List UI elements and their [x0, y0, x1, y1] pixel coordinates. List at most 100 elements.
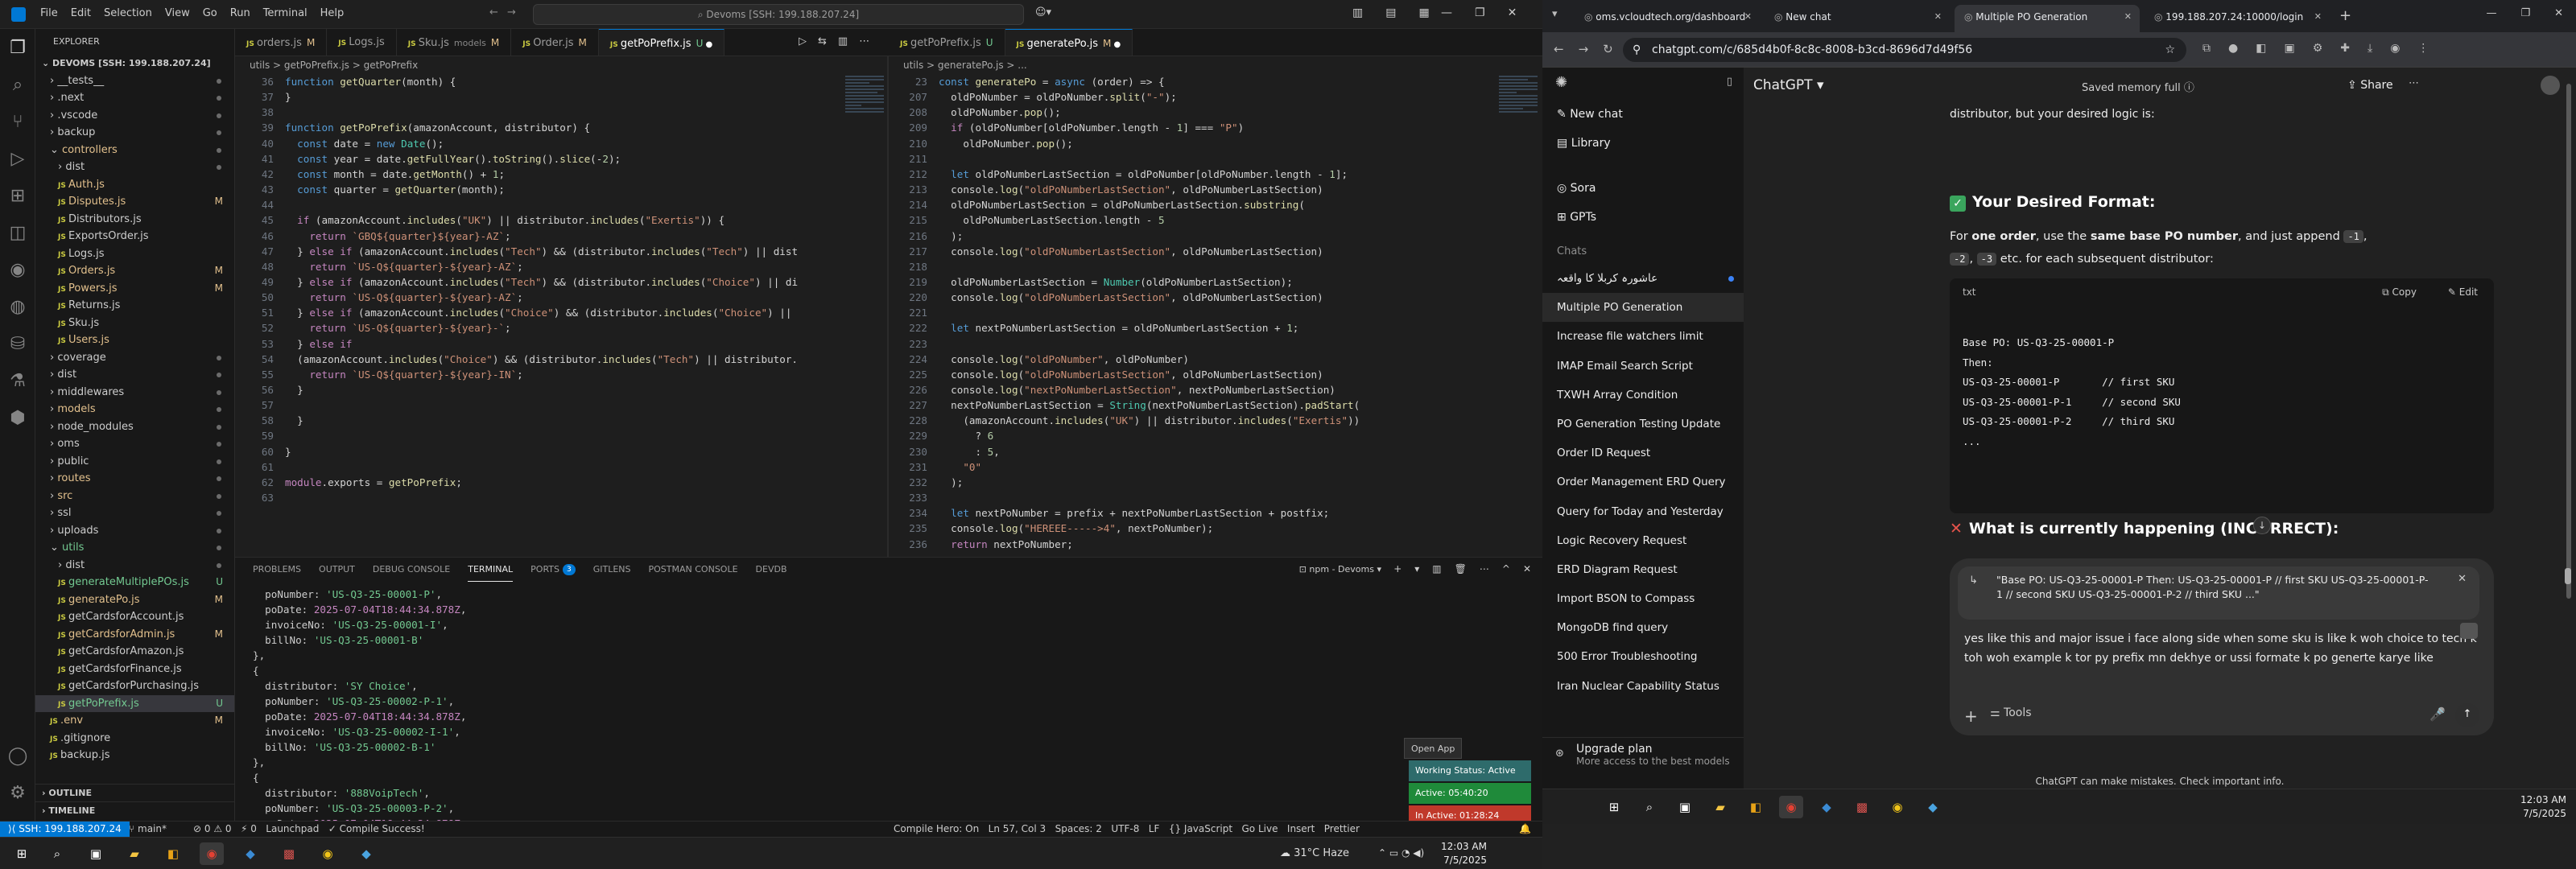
trash-icon[interactable]: 🗑 [1455, 563, 1467, 575]
workspace-root[interactable]: ⌄ DEVOMS [SSH: 199.188.207.24] [35, 55, 234, 72]
new-terminal-icon[interactable]: + [1393, 563, 1402, 575]
forward-icon[interactable]: → [1579, 42, 1589, 56]
open-app-button[interactable]: Open App [1404, 738, 1463, 759]
status-problems[interactable]: ⊘ 0 ⚠ 0 ⚡ 0 Launchpad ✓ Compile Success! [193, 823, 425, 834]
scroll-down-icon[interactable]: ↓ [2253, 517, 2271, 534]
database-icon[interactable]: ⛁ [0, 325, 35, 362]
taskbar-search-icon[interactable]: ⌕ [1637, 796, 1662, 818]
terminal-dropdown-icon[interactable]: ▾ [1414, 563, 1419, 575]
close-icon[interactable]: ✕ [2554, 7, 2563, 19]
ext5-icon[interactable]: ⚙ [2313, 42, 2323, 55]
split-editor-icon[interactable]: ▥ [838, 35, 848, 47]
chat-history-item[interactable]: Query for Today and Yesterday [1542, 497, 1744, 526]
copilot-icon[interactable]: ☺▾ [1035, 6, 1051, 19]
tree-item[interactable]: › backup [35, 124, 234, 142]
chat-history-item[interactable]: IMAP Email Search Script [1542, 352, 1744, 381]
taskbar-clock[interactable]: 12:03 AM 7/5/2025 [2520, 793, 2566, 821]
panel-tab-debug-console[interactable]: DEBUG CONSOLE [373, 558, 450, 582]
taskbar-search-icon[interactable]: ⌕ [45, 842, 69, 865]
tree-item[interactable]: JS Auth.js [35, 176, 234, 194]
editor-tab[interactable]: JS Sku.js models M [397, 29, 512, 56]
tree-item[interactable]: JS generatePo.js M [35, 591, 234, 609]
app3-taskbar-icon[interactable]: ◆ [1921, 796, 1945, 818]
maximize-icon[interactable]: ❐ [1475, 6, 1485, 19]
run-debug-icon[interactable]: ▷ [0, 140, 35, 177]
tree-item[interactable]: JS getCardsforAdmin.js M [35, 626, 234, 644]
panel-tab-ports[interactable]: PORTS [530, 558, 559, 582]
status-right-items[interactable]: Compile Hero: On Ln 57, Col 3 Spaces: 2 … [894, 823, 1360, 834]
tree-item[interactable]: JS Powers.js M [35, 280, 234, 298]
gpts-button[interactable]: ⊞ GPTs [1542, 203, 1744, 232]
chat-history-item[interactable]: ERD Diagram Request [1542, 555, 1744, 584]
ext4-icon[interactable]: ▣ [2284, 42, 2294, 55]
menu-selection[interactable]: Selection [104, 7, 152, 19]
maximize-panel-icon[interactable]: ^ [1502, 563, 1510, 575]
notifications-bell-icon[interactable]: 🔔 [1519, 823, 1531, 834]
memory-status[interactable]: Saved memory full ⓘ [2082, 79, 2194, 94]
profile-icon[interactable]: ◉ [2390, 42, 2400, 55]
tree-item[interactable]: JS Distributors.js [35, 211, 234, 229]
send-icon[interactable]: ↑ [2455, 703, 2479, 727]
tree-item[interactable]: › middlewares [35, 384, 234, 402]
layout-sidebar-icon[interactable]: ▥ [1352, 6, 1363, 19]
tools-button[interactable]: ⚌ Tools [1990, 706, 2032, 719]
tree-item[interactable]: JS generateMultiplePOs.js U [35, 574, 234, 591]
more-options-icon[interactable]: ⋯ [2409, 77, 2419, 89]
vscode-taskbar-icon[interactable]: ◆ [238, 842, 262, 865]
tree-item[interactable]: JS getCardsforAccount.js [35, 608, 234, 626]
menu-edit[interactable]: Edit [71, 7, 91, 19]
close-tab-icon[interactable]: ✕ [2314, 5, 2322, 29]
tree-item[interactable]: JS getPoPrefix.js U [35, 694, 234, 712]
sora-button[interactable]: ◎ Sora [1542, 174, 1744, 203]
downloads-icon[interactable]: ⤓ [2368, 42, 2372, 55]
close-panel-icon[interactable]: ✕ [1523, 563, 1531, 575]
windows-start-icon[interactable]: ⊞ [10, 842, 34, 865]
run-icon[interactable]: ▷ [799, 35, 807, 47]
browser-tab[interactable]: ◎ 199.188.207.24:10000/login ✕ [2145, 5, 2330, 32]
app2-taskbar-icon[interactable]: ◉ [316, 842, 340, 865]
windows-start-icon[interactable]: ⊞ [1602, 796, 1626, 818]
editor-tab[interactable]: JS getPoPrefix.js U ● [598, 29, 725, 56]
tree-item[interactable]: › ssl [35, 505, 234, 522]
tree-item[interactable]: › dist [35, 159, 234, 176]
file-explorer-icon[interactable]: ▰ [122, 842, 147, 865]
chat-scrollbar[interactable] [2566, 84, 2571, 599]
nav-forward-icon[interactable]: → [507, 6, 516, 19]
panel-tab-output[interactable]: OUTPUT [319, 558, 355, 582]
attach-plus-icon[interactable]: + [1964, 706, 1978, 726]
docker-icon[interactable]: ⬢ [0, 399, 35, 436]
chat-history-item[interactable]: Order ID Request [1542, 439, 1744, 467]
menu-terminal[interactable]: Terminal [263, 7, 308, 19]
message-input[interactable]: yes like this and major issue i face alo… [1964, 629, 2479, 668]
chat-history-item[interactable]: MongoDB find query [1542, 613, 1744, 642]
layout-panel-icon[interactable]: ▤ [1385, 6, 1396, 19]
model-selector[interactable]: ChatGPT ▾ [1753, 77, 1823, 93]
settings-gear-icon[interactable]: ⚙ [0, 774, 35, 811]
compare-icon[interactable]: ⇆ [818, 35, 827, 47]
tree-item[interactable]: JS Users.js [35, 332, 234, 349]
panel-tab-postman-console[interactable]: POSTMAN CONSOLE [649, 558, 738, 582]
tree-item[interactable]: JS getCardsforFinance.js [35, 661, 234, 678]
app-taskbar-icon[interactable]: ▩ [277, 842, 301, 865]
postman-icon[interactable]: ◍ [0, 288, 35, 325]
more-icon[interactable]: ⋯ [859, 35, 869, 47]
close-tab-icon[interactable]: ✕ [2124, 5, 2132, 29]
tree-item[interactable]: › dist [35, 557, 234, 575]
store-icon[interactable]: ◧ [161, 842, 185, 865]
tree-item[interactable]: JS .gitignore [35, 730, 234, 748]
tree-item[interactable]: › oms [35, 435, 234, 453]
chrome-menu-icon[interactable]: ⋮ [2417, 42, 2429, 55]
command-center[interactable]: ⌕ Devoms [SSH: 199.188.207.24] [533, 4, 1024, 25]
taskbar-clock[interactable]: 12:03 AM 7/5/2025 [1441, 840, 1487, 867]
tree-item[interactable]: › __tests__ [35, 72, 234, 90]
search-icon[interactable]: ⌕ [0, 66, 35, 103]
minimize-icon[interactable]: — [1441, 6, 1452, 19]
tree-item[interactable]: JS ExportsOrder.js [35, 228, 234, 245]
page-scrollbar-thumb[interactable] [2565, 568, 2571, 584]
user-avatar[interactable] [2541, 76, 2560, 95]
left-code-editor[interactable]: 36 function getQuarter(month) {37} 38 39 fun… [235, 74, 840, 557]
tree-item[interactable]: › .next [35, 89, 234, 107]
chat-history-item[interactable]: Order Management ERD Query [1542, 467, 1744, 496]
system-tray-icons[interactable]: ⌃ ▭ ◔ ◀) [1378, 847, 1424, 859]
menu-run[interactable]: Run [230, 7, 250, 19]
